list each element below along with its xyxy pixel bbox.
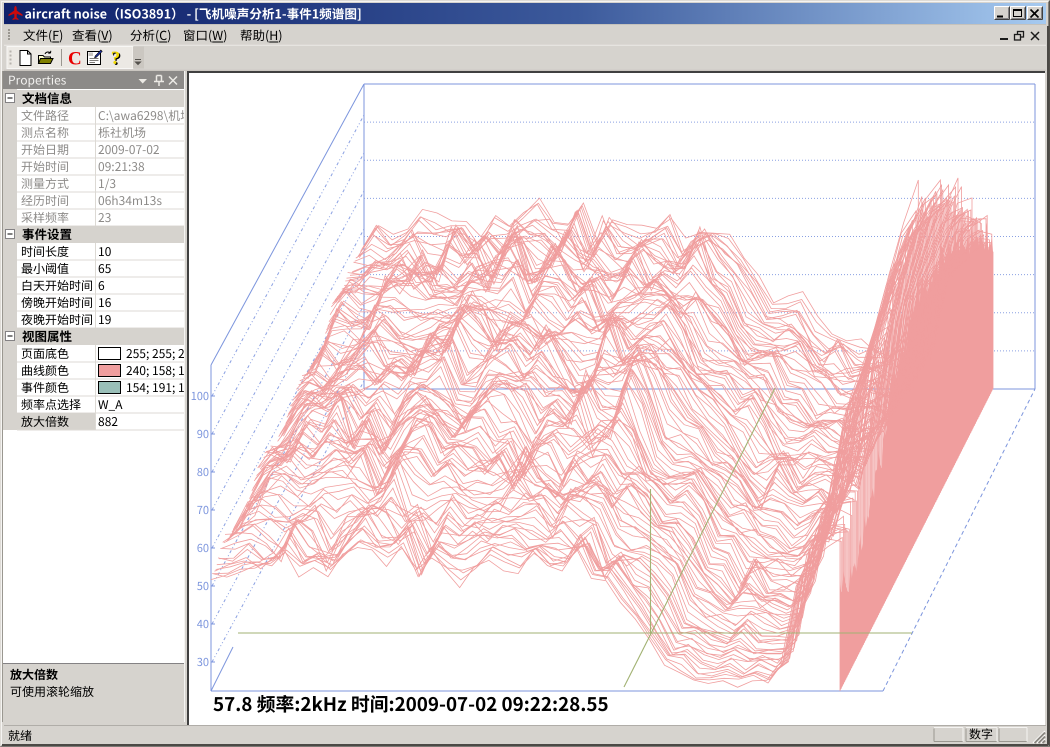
svg-text:?: ?	[111, 48, 121, 69]
svg-text:C: C	[68, 49, 82, 70]
